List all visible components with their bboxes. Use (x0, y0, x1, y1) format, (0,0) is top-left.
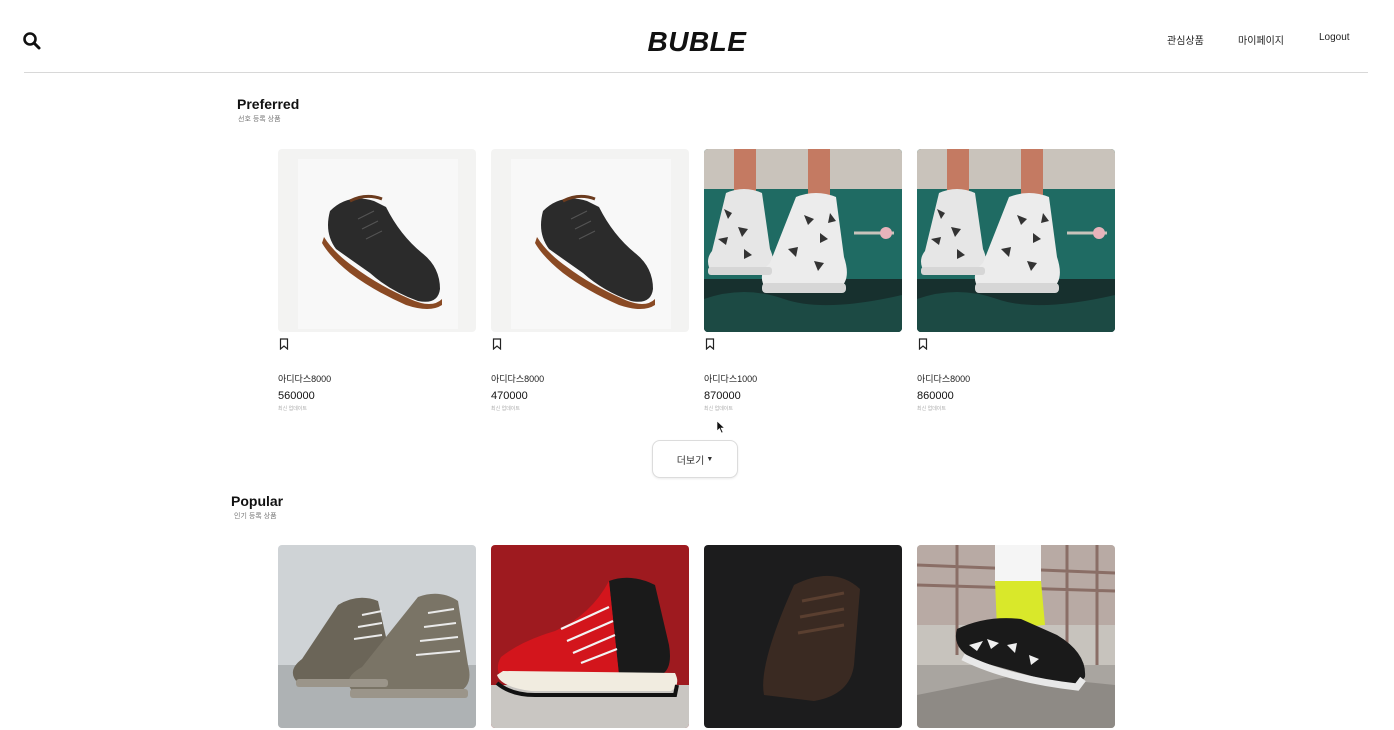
caret-down-icon: ▼ (706, 455, 714, 463)
product-image-dark-leather-boot[interactable] (278, 149, 476, 332)
bookmark-icon[interactable] (704, 338, 716, 350)
nav-mypage-link[interactable]: 마이페이지 (1238, 32, 1284, 47)
product-card: 아디다스8000 470000 최신 업데이트 (491, 149, 689, 412)
product-card: 아디다스1000 870000 최신 업데이트 (704, 149, 902, 412)
more-button-label: 더보기 (676, 455, 705, 467)
product-name[interactable]: 아디다스1000 (704, 372, 757, 385)
product-price: 470000 (491, 390, 528, 402)
preferred-section-title: Preferred (237, 96, 300, 112)
popular-section-subtitle: 인기 등록 상품 (234, 513, 277, 520)
bookmark-icon[interactable] (278, 338, 290, 350)
product-image-brown-boot-dark[interactable] (704, 545, 902, 728)
preferred-section-subtitle: 선호 등록 상품 (238, 116, 281, 123)
product-card: 아디다스8000 860000 최신 업데이트 (917, 149, 1115, 412)
product-image-camo-platform-boots[interactable] (917, 149, 1115, 332)
top-header: BUBLE 관심상품 마이페이지 Logout (0, 0, 1394, 72)
product-name[interactable]: 아디다스8000 (491, 372, 544, 385)
popular-product-card (491, 545, 689, 728)
product-price: 860000 (917, 390, 954, 402)
product-note: 최신 업데이트 (491, 406, 520, 412)
popular-product-card (917, 545, 1115, 728)
bookmark-icon[interactable] (491, 338, 503, 350)
product-name[interactable]: 아디다스8000 (278, 372, 331, 385)
popular-product-card (278, 545, 476, 728)
product-note: 최신 업데이트 (704, 406, 733, 412)
bookmark-icon[interactable] (917, 338, 929, 350)
product-image-red-black-high-top-sneaker[interactable] (491, 545, 689, 728)
nav-wishlist-link[interactable]: 관심상품 (1167, 32, 1204, 47)
product-note: 최신 업데이트 (278, 406, 307, 412)
product-card: 아디다스8000 560000 최신 업데이트 (278, 149, 476, 412)
nav-logout-link[interactable]: Logout (1319, 32, 1350, 43)
popular-product-card (704, 545, 902, 728)
product-name[interactable]: 아디다스8000 (917, 372, 970, 385)
product-image-dark-leather-boot[interactable] (491, 149, 689, 332)
popular-section-title: Popular (231, 493, 284, 509)
product-price: 560000 (278, 390, 315, 402)
product-image-camo-platform-boots[interactable] (704, 149, 902, 332)
mouse-cursor-icon (716, 420, 726, 434)
header-divider (24, 72, 1368, 73)
product-image-black-yellow-runner[interactable] (917, 545, 1115, 728)
more-button[interactable]: 더보기 ▼ (652, 440, 738, 478)
product-image-grey-high-top-sneakers[interactable] (278, 545, 476, 728)
product-note: 최신 업데이트 (917, 406, 946, 412)
product-price: 870000 (704, 390, 741, 402)
